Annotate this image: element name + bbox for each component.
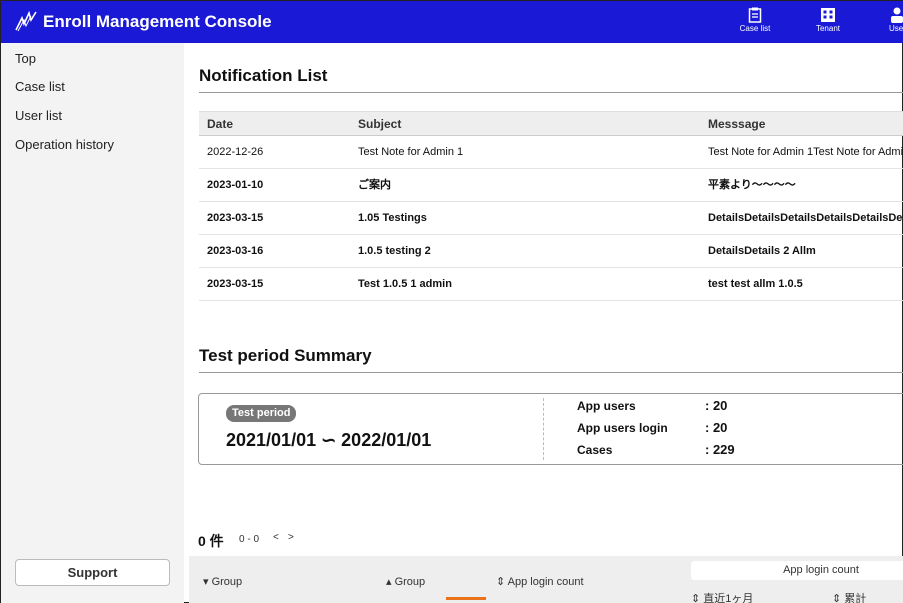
row-subject: 1.0.5 testing 2	[358, 245, 431, 257]
row-subject: ご案内	[358, 179, 391, 191]
row-date: 2023-01-10	[207, 179, 264, 191]
nav-case-list[interactable]: Case list	[729, 5, 781, 39]
nav-case-list-label: Case list	[739, 24, 771, 33]
row-message: DetailsDetails 2 Allm	[708, 245, 816, 257]
test-period-badge: Test period	[226, 405, 297, 422]
stat-value-cases: : 229	[705, 442, 735, 457]
stat-value-app-users-login: : 20	[705, 420, 728, 435]
row-message: 平素より～～～～	[708, 179, 796, 191]
row-subject: 1.05 Testings	[358, 212, 427, 224]
nav-user-label: Use	[889, 24, 903, 33]
table-row[interactable]: 2023-03-15 1.05 Testings DetailsDetailsD…	[199, 202, 903, 235]
building-icon	[821, 8, 835, 22]
logo-icon	[15, 10, 37, 32]
stat-value-app-users: : 20	[705, 398, 728, 413]
row-message: Test Note for Admin 1Test Note for Admin	[708, 146, 903, 158]
result-count: 0 件	[198, 533, 224, 549]
table-row[interactable]: 2023-03-15 Test 1.0.5 1 admin test test …	[199, 268, 903, 301]
row-subject: Test Note for Admin 1	[358, 146, 464, 158]
user-icon	[891, 7, 903, 23]
stat-label-app-users: App users	[577, 399, 636, 413]
sidebar-item-case-list[interactable]: Case list	[1, 72, 184, 101]
test-period-range: 2021/01/01 ∽ 2022/01/01	[226, 430, 432, 450]
scroll-indicator	[446, 597, 486, 600]
row-message: test test allm 1.0.5	[708, 278, 803, 290]
prev-page-button[interactable]: <	[273, 532, 279, 543]
column-header-total[interactable]: ⇕ 累計	[832, 590, 866, 603]
main-content: Notification List Date Subject Messsage …	[184, 43, 903, 603]
row-subject: Test 1.0.5 1 admin	[358, 278, 452, 290]
sidebar-item-operation-history[interactable]: Operation history	[1, 130, 184, 159]
summary-card: Test period 2021/01/01 ∽ 2022/01/01 App …	[198, 393, 903, 465]
row-date: 2023-03-16	[207, 245, 264, 257]
group-table-header: ▾ Group ▴ Group ⇕ App login count App lo…	[189, 556, 903, 603]
notification-table: Date Subject Messsage 2022-12-26 Test No…	[199, 111, 903, 301]
summary-title: Test period Summary	[199, 346, 372, 365]
summary-divider-vertical	[543, 398, 544, 460]
stat-label-cases: Cases	[577, 443, 613, 457]
sidebar: Top Case list User list Operation histor…	[1, 43, 184, 603]
sidebar-item-top[interactable]: Top	[1, 43, 184, 72]
row-date: 2022-12-26	[207, 146, 264, 158]
table-row[interactable]: 2023-03-16 1.0.5 testing 2 DetailsDetail…	[199, 235, 903, 268]
table-header: Date Subject Messsage	[199, 112, 903, 136]
column-group-app-login-count: App login count	[691, 561, 903, 580]
column-header-group-desc[interactable]: ▾ Group	[203, 575, 242, 588]
row-message: DetailsDetailsDetailsDetailsDetailsDet	[708, 212, 903, 224]
support-button[interactable]: Support	[15, 559, 170, 586]
column-header-app-login-count[interactable]: ⇕ App login count	[496, 575, 584, 588]
notification-list-title: Notification List	[199, 66, 328, 85]
app-title: Enroll Management Console	[43, 12, 272, 31]
stat-label-app-users-login: App users login	[577, 421, 668, 435]
nav-tenant[interactable]: Tenant	[802, 5, 854, 39]
column-header-message: Messsage	[708, 117, 766, 131]
row-date: 2023-03-15	[207, 212, 264, 224]
title-divider	[199, 92, 903, 93]
nav-tenant-label: Tenant	[815, 24, 841, 33]
column-header-subject: Subject	[358, 117, 402, 131]
column-header-date: Date	[207, 117, 234, 131]
app-header: Enroll Management Console Case list Tena…	[1, 1, 903, 43]
result-range: 0 - 0	[239, 534, 260, 545]
nav-user[interactable]: Use	[877, 5, 903, 39]
next-page-button[interactable]: >	[288, 532, 294, 543]
column-header-group-asc[interactable]: ▴ Group	[386, 575, 425, 588]
clipboard-icon	[748, 7, 762, 23]
row-date: 2023-03-15	[207, 278, 264, 290]
table-row[interactable]: 2023-01-10 ご案内 平素より～～～～	[199, 169, 903, 202]
column-header-recent-month[interactable]: ⇕ 直近1ヶ月	[691, 590, 753, 603]
sidebar-item-user-list[interactable]: User list	[1, 101, 184, 130]
table-row[interactable]: 2022-12-26 Test Note for Admin 1 Test No…	[199, 136, 903, 169]
summary-divider	[199, 372, 903, 373]
